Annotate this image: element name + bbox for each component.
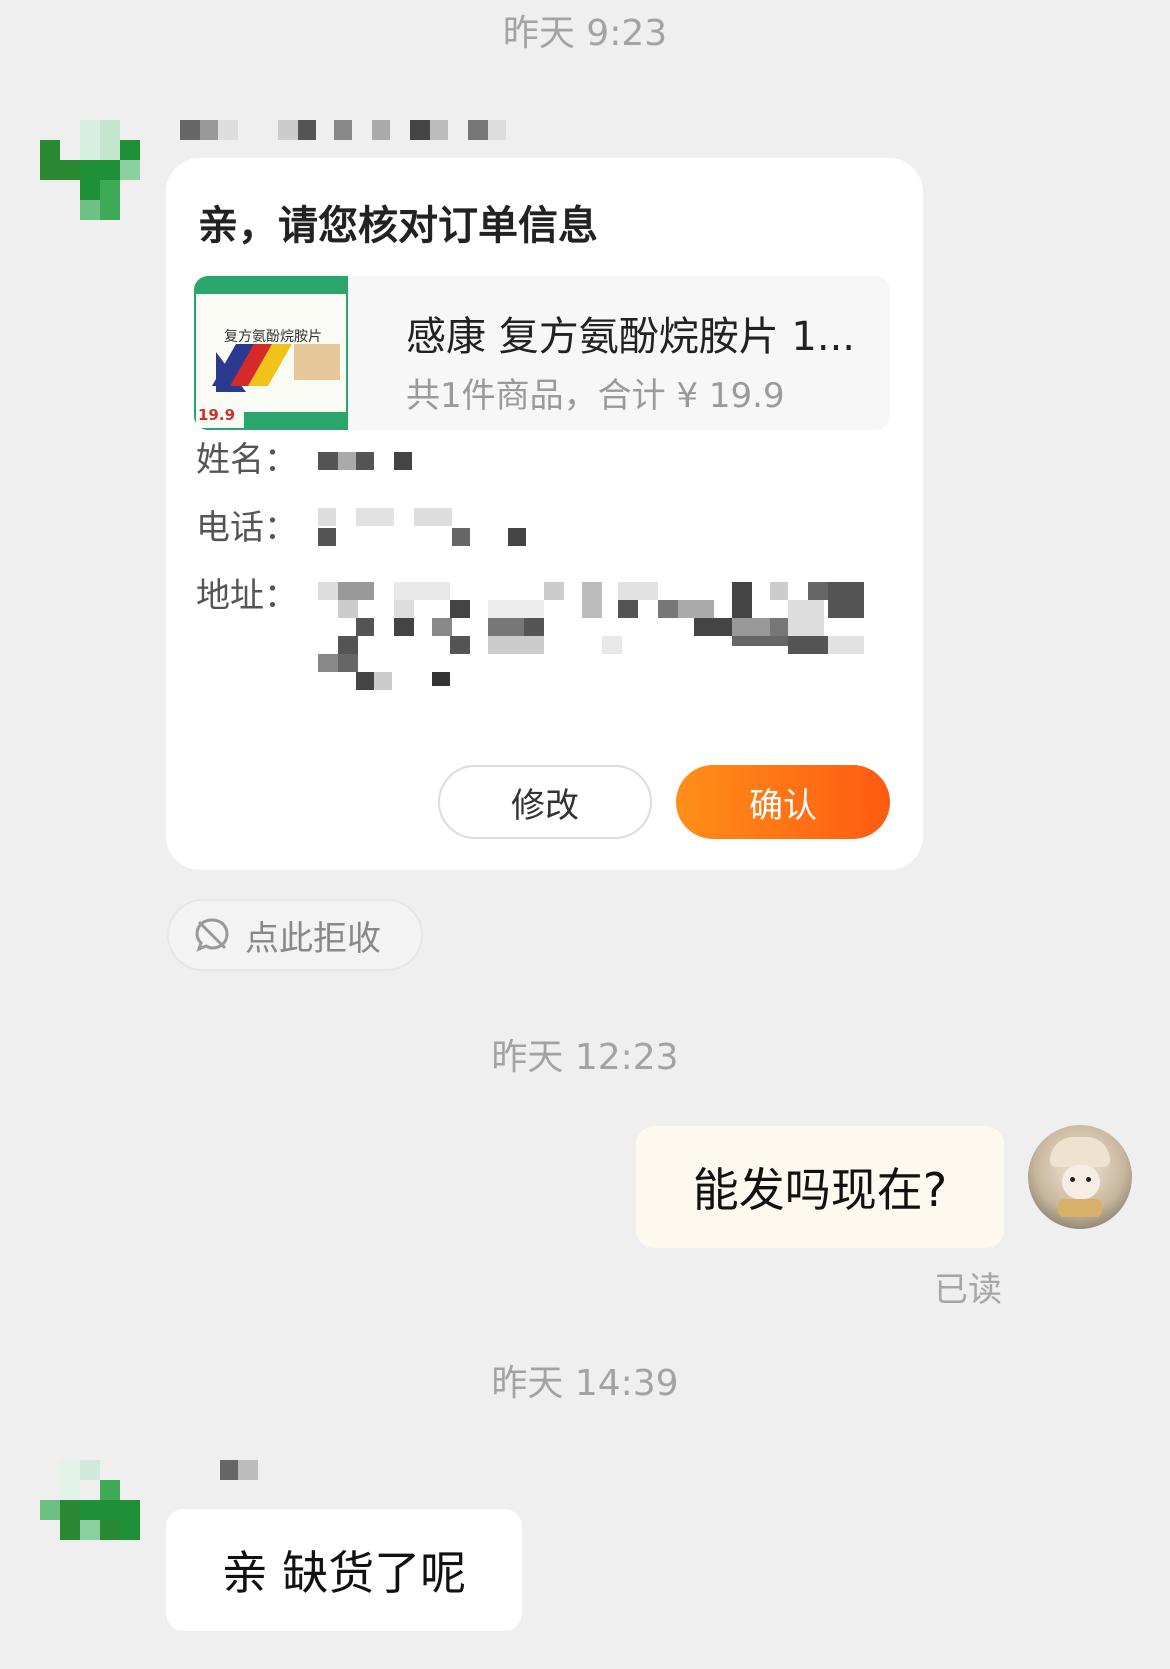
phone-label: 电话： [196, 508, 298, 548]
no-message-icon [195, 918, 229, 952]
confirm-button[interactable]: 确认 [676, 765, 890, 839]
shop-message-bubble[interactable]: 亲 缺货了呢 [166, 1509, 522, 1631]
reject-label: 点此拒收 [245, 918, 381, 959]
timestamp: 昨天 9:23 [502, 13, 668, 54]
shop-avatar[interactable] [40, 1460, 140, 1560]
timestamp: 昨天 14:39 [491, 1363, 679, 1404]
product-name: 感康 复方氨酚烷胺片 1... [406, 314, 856, 360]
my-message-bubble[interactable]: 能发吗现在? [636, 1126, 1004, 1248]
product-image: 复方氨酚烷胺片 19.9 [194, 276, 348, 430]
product-item[interactable]: 复方氨酚烷胺片 19.9 感康 复方氨酚烷胺片 1... 共1件商品，合计 ¥ … [194, 276, 890, 430]
product-summary: 共1件商品，合计 ¥ 19.9 [406, 376, 785, 416]
timestamp: 昨天 12:23 [491, 1037, 679, 1078]
order-confirmation-card: 亲，请您核对订单信息 复方氨酚烷胺片 19.9 感康 复方氨酚烷胺片 1... … [166, 158, 923, 870]
name-label: 姓名： [196, 440, 298, 480]
shop-name-redacted [180, 120, 506, 140]
edit-button[interactable]: 修改 [438, 765, 652, 839]
reject-button[interactable]: 点此拒收 [167, 899, 423, 971]
my-avatar[interactable] [1028, 1125, 1132, 1229]
shop-message-text: 亲 缺货了呢 [221, 1546, 467, 1600]
shop-name-redacted [220, 1460, 258, 1480]
card-title: 亲，请您核对订单信息 [198, 203, 598, 249]
read-status: 已读 [934, 1270, 1002, 1310]
my-message-text: 能发吗现在? [692, 1163, 948, 1217]
address-label: 地址： [196, 576, 298, 616]
shop-avatar[interactable] [40, 120, 140, 220]
